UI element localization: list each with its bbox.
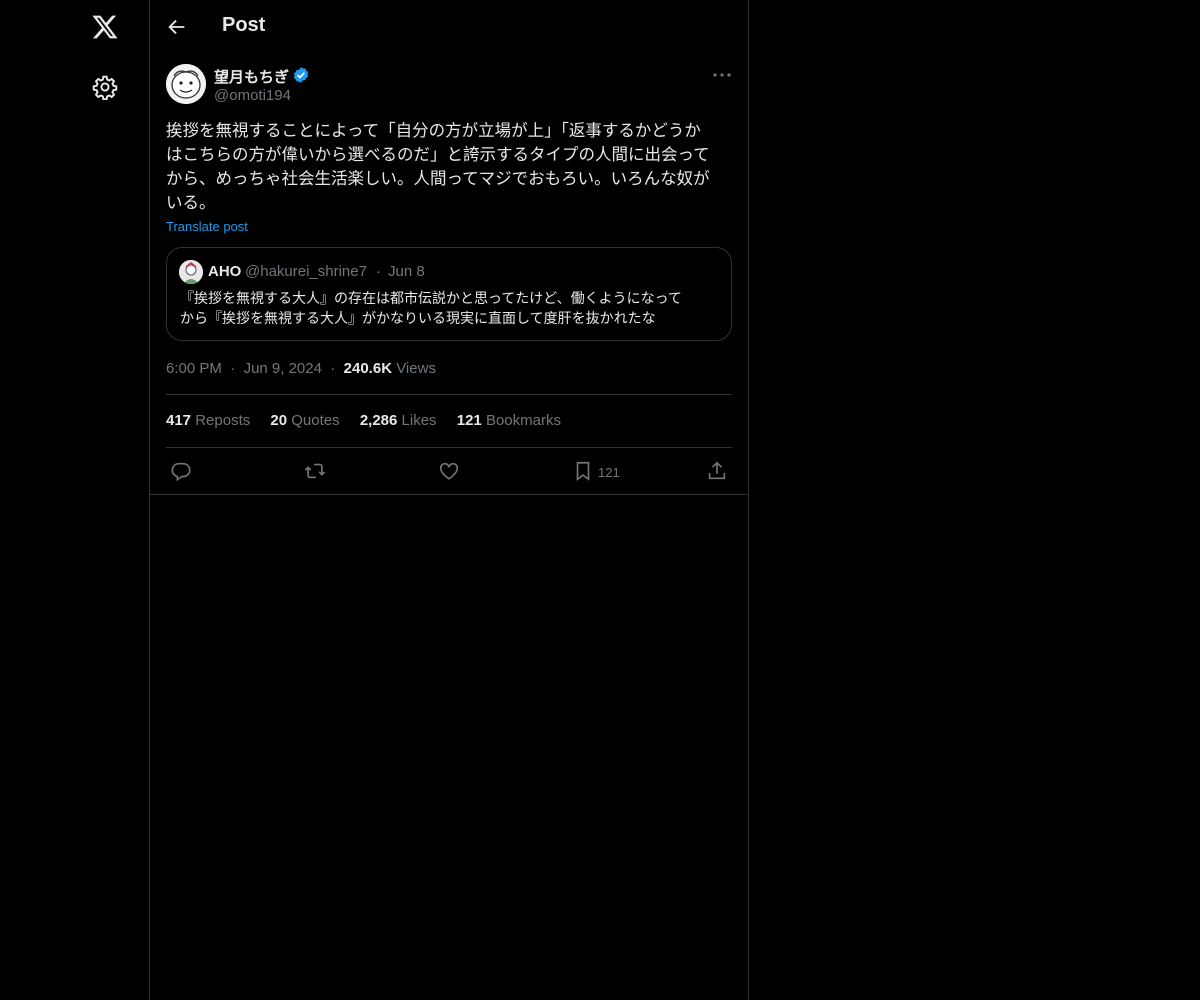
share-icon[interactable] bbox=[706, 460, 728, 482]
x-logo-icon[interactable] bbox=[90, 13, 120, 41]
quoted-post[interactable]: AHO @hakurei_shrine7 · Jun 8 『挨拶を無視する大人』… bbox=[166, 247, 732, 341]
action-bar: 121 bbox=[150, 456, 748, 488]
post-time[interactable]: 6:00 PM bbox=[166, 360, 222, 377]
reposts-count: 417 bbox=[166, 412, 192, 429]
reposts-stat[interactable]: 417 Reposts bbox=[166, 412, 250, 429]
settings-icon[interactable] bbox=[92, 74, 118, 100]
divider bbox=[166, 447, 732, 448]
views-count: 240.6K bbox=[343, 360, 393, 377]
like-icon[interactable] bbox=[438, 460, 460, 482]
post-text: 挨拶を無視することによって「自分の方が立場が上」「返事するかどうか はこちらの方… bbox=[166, 122, 710, 212]
repost-icon[interactable] bbox=[304, 460, 326, 482]
post-meta: 6:00 PM · Jun 9, 2024 · 240.6K Views bbox=[166, 360, 436, 377]
quote-date: Jun 8 bbox=[388, 263, 425, 280]
post-date[interactable]: Jun 9, 2024 bbox=[244, 360, 322, 377]
bookmark-count: 121 bbox=[598, 465, 620, 480]
separator-dot: · bbox=[326, 360, 340, 377]
engagement-stats: 417 Reposts 20 Quotes 2,286 Likes 121 Bo… bbox=[166, 412, 577, 429]
more-icon[interactable] bbox=[711, 64, 733, 86]
avatar[interactable] bbox=[166, 64, 206, 104]
translate-post-link[interactable]: Translate post bbox=[166, 219, 248, 234]
likes-count: 2,286 bbox=[359, 412, 398, 429]
author-handle[interactable]: @omoti194 bbox=[214, 87, 291, 104]
bookmarks-label: Bookmarks bbox=[485, 412, 561, 429]
divider bbox=[166, 394, 732, 395]
header: Post bbox=[150, 0, 748, 53]
quote-author-handle: @hakurei_shrine7 bbox=[245, 263, 367, 280]
sidebar bbox=[0, 0, 149, 1000]
verified-icon bbox=[292, 66, 310, 84]
likes-stat[interactable]: 2,286 Likes bbox=[360, 412, 437, 429]
quote-avatar[interactable] bbox=[179, 260, 203, 284]
quotes-label: Quotes bbox=[291, 412, 340, 429]
reply-icon[interactable] bbox=[170, 460, 192, 482]
reposts-label: Reposts bbox=[195, 412, 251, 429]
bookmarks-stat[interactable]: 121 Bookmarks bbox=[457, 412, 561, 429]
divider bbox=[150, 494, 748, 495]
quotes-stat[interactable]: 20 Quotes bbox=[270, 412, 339, 429]
views-label: Views bbox=[396, 360, 436, 377]
bookmarks-count: 121 bbox=[456, 412, 482, 429]
quote-text: 『挨拶を無視する大人』の存在は都市伝説かと思ってたけど、働くようになって から『… bbox=[180, 290, 682, 326]
bookmark-icon[interactable] bbox=[572, 460, 594, 482]
separator-dot: · bbox=[226, 360, 240, 377]
author-name[interactable]: 望月もちぎ bbox=[214, 66, 289, 87]
likes-label: Likes bbox=[401, 412, 437, 429]
quote-author-name: AHO bbox=[208, 263, 242, 280]
quotes-count: 20 bbox=[270, 412, 288, 429]
page-title: Post bbox=[222, 14, 266, 36]
separator-dot: · bbox=[376, 263, 381, 280]
back-arrow-icon[interactable] bbox=[166, 16, 188, 38]
post-column: Post 望月もちぎ @omoti194 挨拶を無視することによって「自分の方が… bbox=[149, 0, 749, 1000]
